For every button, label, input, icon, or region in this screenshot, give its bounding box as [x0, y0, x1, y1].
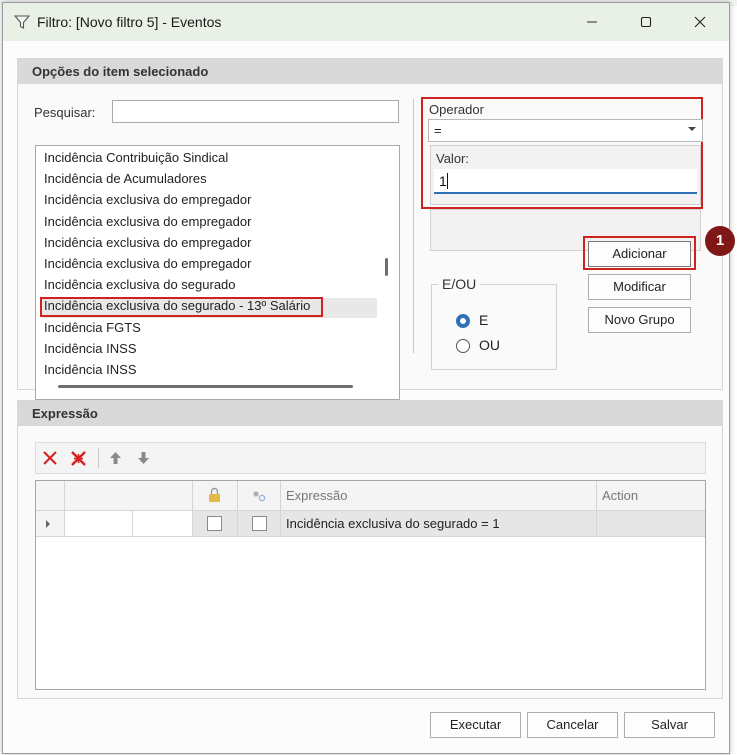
arrow-down-icon[interactable]: [137, 451, 150, 468]
dialog-body: Opções do item selecionado Pesquisar: In…: [3, 41, 729, 753]
list-item[interactable]: Incidência exclusiva do segurado: [44, 277, 236, 297]
list-item[interactable]: Incidência exclusiva do empregador: [44, 192, 251, 212]
header-indicator-col: [36, 481, 65, 510]
table-row[interactable]: Incidência exclusiva do segurado = 1: [36, 511, 705, 537]
salvar-button[interactable]: Salvar: [624, 712, 715, 738]
row-action-cell[interactable]: [597, 511, 705, 536]
row-pointer-icon: [46, 520, 50, 528]
operator-value: =: [434, 123, 442, 138]
column-action: Action: [602, 488, 639, 503]
maximize-button[interactable]: [623, 7, 669, 37]
horizontal-scrollbar[interactable]: [58, 385, 353, 388]
operator-label: Operador: [429, 102, 484, 117]
maximize-icon: [640, 16, 652, 28]
cancelar-button[interactable]: Cancelar: [527, 712, 618, 738]
column-expressao: Expressão: [286, 488, 348, 503]
minimize-button[interactable]: [569, 7, 615, 37]
options-panel: Opções do item selecionado Pesquisar: In…: [17, 58, 723, 400]
toggle-checkbox[interactable]: [252, 516, 267, 531]
search-input[interactable]: [112, 100, 399, 123]
selected-item-highlight: [40, 297, 323, 317]
adicionar-button[interactable]: Adicionar: [588, 241, 691, 267]
valor-box: Valor: 1: [430, 145, 701, 205]
chevron-down-icon: [688, 127, 696, 131]
arrow-up-icon[interactable]: [109, 451, 122, 468]
search-label: Pesquisar:: [34, 105, 96, 120]
expression-panel: Expressão Expressão Action Incidência ex…: [17, 400, 723, 699]
e-ou-legend: E/OU: [438, 276, 481, 292]
item-list[interactable]: Incidência Contribuição Sindical Incidênc…: [35, 145, 400, 400]
row-lock-cell: [193, 511, 238, 536]
operator-select[interactable]: =: [428, 119, 703, 142]
list-item[interactable]: Incidência exclusiva do empregador: [44, 235, 251, 255]
list-item[interactable]: Incidência FGTS: [44, 320, 141, 340]
toolbar-separator: [98, 448, 99, 468]
list-item[interactable]: Incidência Contribuição Sindical: [44, 150, 228, 170]
radio-e-label: E: [479, 312, 489, 328]
header-action-col[interactable]: Action: [597, 481, 705, 510]
radio-ou-label: OU: [479, 337, 500, 353]
row-expressao-cell[interactable]: Incidência exclusiva do segurado = 1: [281, 511, 597, 536]
radio-ou[interactable]: [456, 339, 470, 353]
list-item[interactable]: Incidência exclusiva do empregador: [44, 256, 251, 276]
lock-icon: [208, 487, 221, 506]
step-badge: 1: [705, 226, 735, 256]
row-expressao-text: Incidência exclusiva do segurado = 1: [286, 516, 500, 531]
radio-e[interactable]: [456, 314, 470, 328]
list-item[interactable]: Incidência INSS: [44, 341, 137, 361]
expression-panel-header: Expressão: [18, 401, 722, 426]
modificar-button[interactable]: Modificar: [588, 274, 691, 300]
window-title: Filtro: [Novo filtro 5] - Eventos: [37, 14, 222, 30]
valor-label: Valor:: [436, 151, 469, 166]
close-button[interactable]: [677, 7, 723, 37]
delete-icon[interactable]: [42, 450, 58, 469]
minimize-icon: [587, 21, 597, 23]
header-expressao-col[interactable]: Expressão: [281, 481, 597, 510]
row-toggle-cell: [238, 511, 281, 536]
close-icon: [694, 16, 706, 28]
vertical-scrollbar[interactable]: [385, 258, 388, 276]
executar-button[interactable]: Executar: [430, 712, 521, 738]
row-cell-a[interactable]: [65, 511, 133, 536]
delete-all-icon[interactable]: [69, 449, 88, 471]
list-item[interactable]: Incidência de Acumuladores: [44, 171, 207, 191]
toggle-dots-icon: [252, 490, 266, 505]
expression-grid[interactable]: Expressão Action Incidência exclusiva do…: [35, 480, 706, 690]
row-cell-b[interactable]: [133, 511, 193, 536]
valor-input[interactable]: 1: [434, 169, 697, 194]
grid-header: Expressão Action: [36, 481, 705, 511]
filter-dialog: Filtro: [Novo filtro 5] - Eventos Opções…: [2, 2, 730, 754]
header-toggle-col: [238, 481, 281, 510]
header-lock-col: [193, 481, 238, 510]
filter-icon: [13, 14, 31, 33]
options-panel-header: Opções do item selecionado: [18, 59, 722, 84]
e-ou-group: E/OU E OU: [431, 276, 557, 370]
valor-value: 1: [439, 173, 447, 189]
lock-checkbox[interactable]: [207, 516, 222, 531]
novo-grupo-button[interactable]: Novo Grupo: [588, 307, 691, 333]
header-blank-col: [65, 481, 193, 510]
text-cursor: [447, 173, 448, 189]
expression-toolbar: [35, 442, 706, 474]
list-item[interactable]: Incidência exclusiva do empregador: [44, 214, 251, 234]
list-item[interactable]: Incidência INSS: [44, 362, 137, 382]
title-bar: Filtro: [Novo filtro 5] - Eventos: [3, 3, 729, 41]
row-indicator: [36, 511, 65, 536]
